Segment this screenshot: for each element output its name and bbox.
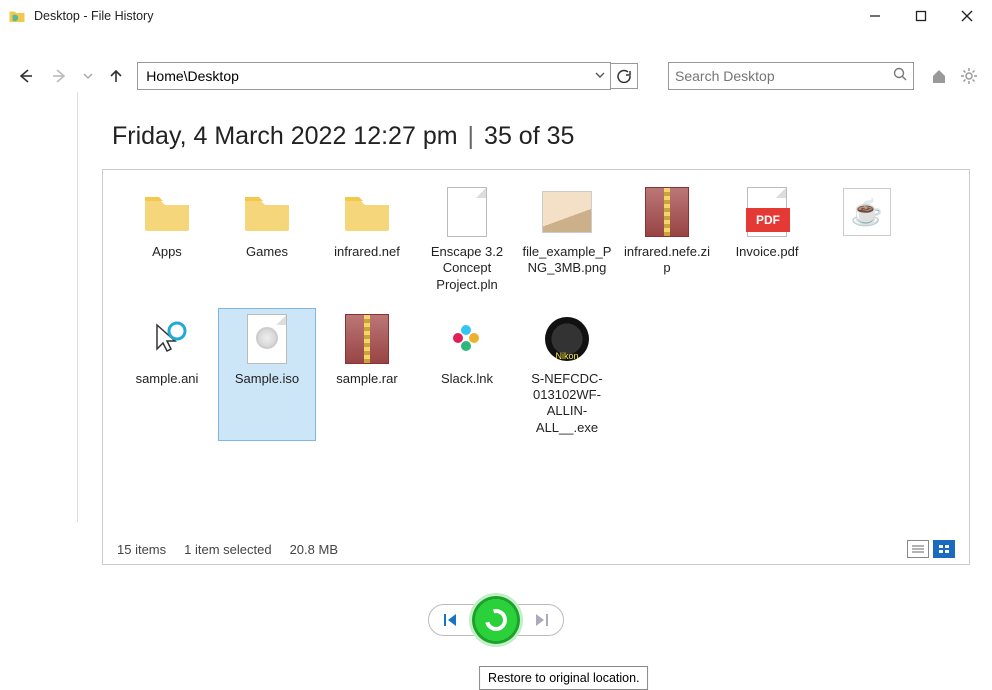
back-button[interactable] <box>12 62 39 90</box>
history-dropdown[interactable] <box>81 62 94 90</box>
png-icon <box>519 186 615 238</box>
file-label: Sample.iso <box>219 371 315 391</box>
pdf-icon: PDF <box>719 186 815 238</box>
slack-icon <box>419 313 515 365</box>
file-label: Games <box>219 244 315 264</box>
iso-icon <box>219 313 315 365</box>
restore-button[interactable] <box>472 596 520 644</box>
address-bar[interactable]: Home\Desktop <box>137 62 611 90</box>
status-size: 20.8 MB <box>290 542 338 557</box>
icons-view-button[interactable] <box>933 540 955 558</box>
cursor-icon <box>119 313 215 365</box>
address-path: Home\Desktop <box>146 68 594 84</box>
search-box[interactable] <box>668 62 914 90</box>
java-icon: ☕ <box>819 186 915 238</box>
window-title: Desktop - File History <box>34 9 852 23</box>
folder-icon <box>219 186 315 238</box>
file-item[interactable]: Apps <box>119 182 215 297</box>
file-label: sample.ani <box>119 371 215 391</box>
status-selection: 1 item selected <box>184 542 271 557</box>
file-label: Enscape 3.2 Concept Project.pln <box>419 244 515 297</box>
snapshot-position: 35 of 35 <box>484 122 574 151</box>
file-label: Invoice.pdf <box>719 244 815 264</box>
file-label: infrared.nefe.zip <box>619 244 715 281</box>
file-item[interactable]: Slack.lnk <box>419 309 515 440</box>
zip-icon <box>319 313 415 365</box>
minimize-button[interactable] <box>852 0 898 32</box>
file-label: sample.rar <box>319 371 415 391</box>
file-item[interactable]: Games <box>219 182 315 297</box>
file-item[interactable]: sample.rar <box>319 309 415 440</box>
up-button[interactable] <box>103 62 130 90</box>
nikon-icon: Nikon <box>519 313 615 365</box>
forward-button[interactable] <box>47 62 74 90</box>
file-item[interactable]: Nikon S-NEFCDC-013102WF-ALLIN-ALL__.exe <box>519 309 615 440</box>
filehistory-app-icon <box>8 7 26 25</box>
file-item[interactable]: infrared.nef <box>319 182 415 297</box>
search-input[interactable] <box>675 68 893 84</box>
search-icon[interactable] <box>893 67 907 86</box>
file-item[interactable]: infrared.nefe.zip <box>619 182 715 297</box>
folder-icon <box>319 186 415 238</box>
maximize-button[interactable] <box>898 0 944 32</box>
gear-icon[interactable] <box>958 65 980 87</box>
separator: | <box>468 122 475 151</box>
file-icon <box>419 186 515 238</box>
folder-icon <box>119 186 215 238</box>
restore-icon <box>481 605 511 635</box>
file-item[interactable]: Enscape 3.2 Concept Project.pln <box>419 182 515 297</box>
file-label: Slack.lnk <box>419 371 515 391</box>
close-button[interactable] <box>944 0 990 32</box>
file-label: file_example_PNG_3MB.png <box>519 244 615 281</box>
file-label: S-NEFCDC-013102WF-ALLIN-ALL__.exe <box>519 371 615 440</box>
file-item[interactable]: Sample.iso <box>219 309 315 440</box>
snapshot-timestamp: Friday, 4 March 2022 12:27 pm <box>112 122 458 151</box>
home-icon[interactable] <box>928 65 950 87</box>
file-item[interactable]: sample.ani <box>119 309 215 440</box>
file-item[interactable]: ☕ <box>819 182 915 297</box>
file-item[interactable]: file_example_PNG_3MB.png <box>519 182 615 297</box>
status-item-count: 15 items <box>117 542 166 557</box>
zip-icon <box>619 186 715 238</box>
file-label: Apps <box>119 244 215 264</box>
file-label <box>819 244 915 248</box>
file-label: infrared.nef <box>319 244 415 264</box>
restore-tooltip: Restore to original location. <box>479 666 648 690</box>
refresh-button[interactable] <box>611 63 638 89</box>
file-item[interactable]: PDF Invoice.pdf <box>719 182 815 297</box>
address-chevron-icon[interactable] <box>594 68 606 84</box>
details-view-button[interactable] <box>907 540 929 558</box>
nav-pane <box>8 92 78 522</box>
status-bar: 15 items 1 item selected 20.8 MB <box>117 540 955 558</box>
file-pane[interactable]: Apps Games infrared.nefEnscape 3.2 Conce… <box>102 169 970 565</box>
